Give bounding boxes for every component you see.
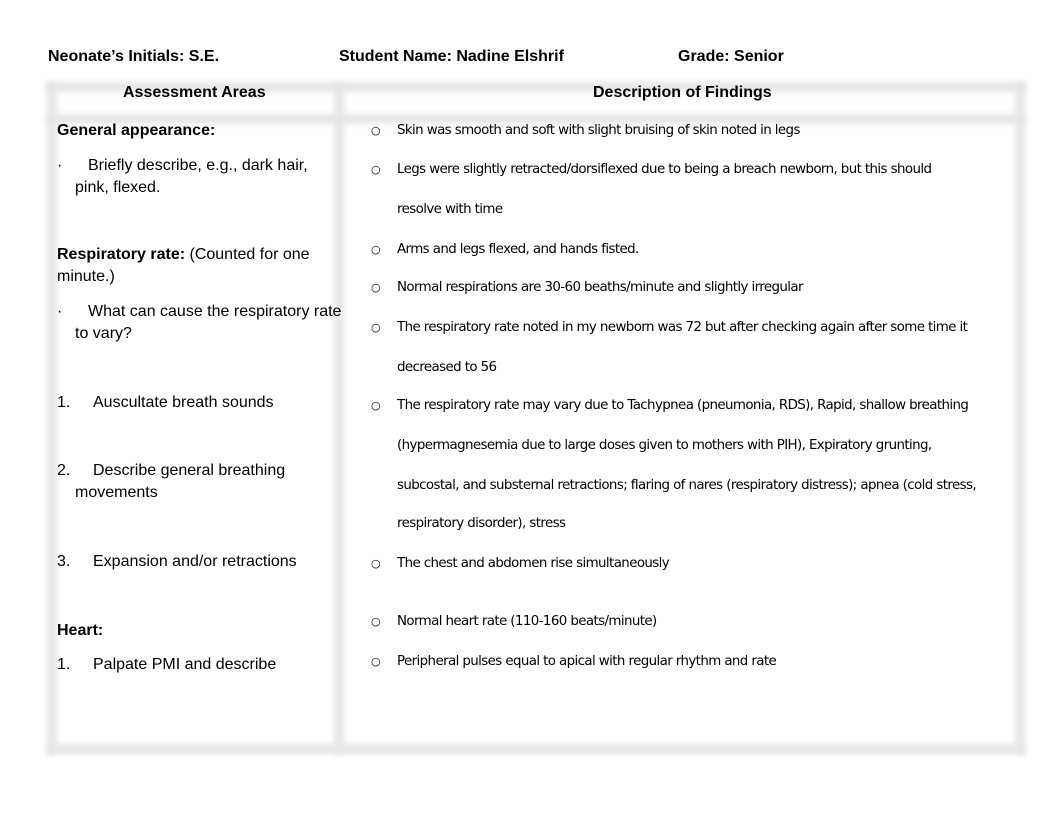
- general-appearance-title: General appearance:: [57, 122, 216, 139]
- grade: Grade: Senior: [678, 48, 784, 65]
- circle-bullet-icon: ○: [371, 124, 381, 137]
- circle-bullet-icon: ○: [371, 399, 381, 412]
- finding-continuation: decreased to 56: [397, 360, 497, 375]
- heart-item-1: 1. Palpate PMI and describe: [57, 656, 277, 673]
- finding-continuation: respiratory disorder), stress: [397, 516, 566, 531]
- student-name: Student Name: Nadine Elshrif: [339, 48, 564, 65]
- respiratory-rate-title: Respiratory rate: (Counted for one minut…: [57, 246, 310, 285]
- circle-bullet-icon: ○: [371, 243, 381, 256]
- circle-bullet-icon: ○: [371, 615, 381, 628]
- finding-continuation: subcostal, and substernal retractions; f…: [397, 478, 977, 493]
- circle-bullet-icon: ○: [371, 321, 381, 334]
- circle-bullet-icon: ○: [371, 163, 381, 176]
- table-border-bottom: [47, 744, 1025, 754]
- circle-bullet-icon: ○: [371, 655, 381, 668]
- resp-item-3: 3. Expansion and/or retractions: [57, 553, 297, 570]
- resp-item-1: 1. Auscultate breath sounds: [57, 394, 274, 411]
- circle-bullet-icon: ○: [371, 281, 381, 294]
- neonate-initials: Neonate’s Initials: S.E.: [48, 48, 220, 65]
- finding-continuation: (hypermagnesemia due to large doses give…: [397, 438, 932, 453]
- heart-title: Heart:: [57, 622, 104, 639]
- resp-item-2: 2. Describe general breathing movements: [57, 462, 286, 501]
- column-header-assessment: Assessment Areas: [123, 84, 266, 101]
- column-header-findings: Description of Findings: [593, 84, 772, 101]
- finding-continuation: resolve with time: [397, 202, 503, 217]
- table-border-left: [47, 82, 57, 754]
- table-border-right: [1015, 82, 1025, 754]
- circle-bullet-icon: ○: [371, 557, 381, 570]
- general-appearance-prompt: · Briefly describe, e.g., dark hair, pink…: [57, 157, 308, 196]
- respiratory-rate-prompt: · What can cause the respiratory rate to …: [57, 303, 342, 342]
